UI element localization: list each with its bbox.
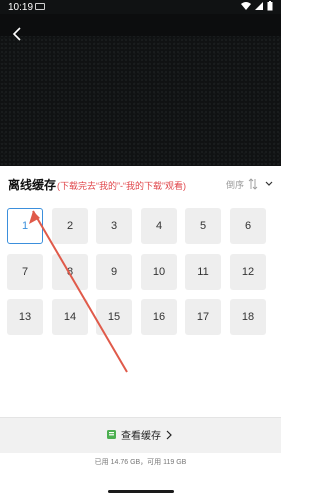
chevron-right-icon bbox=[166, 430, 172, 439]
view-cache-label: 查看缓存 bbox=[121, 431, 161, 442]
home-indicator[interactable] bbox=[108, 490, 174, 493]
storage-info: 已用 14.76 GB，可用 119 GB bbox=[94, 459, 187, 466]
view-cache-button[interactable]: 查看缓存 bbox=[106, 427, 173, 442]
cache-icon bbox=[107, 430, 116, 439]
